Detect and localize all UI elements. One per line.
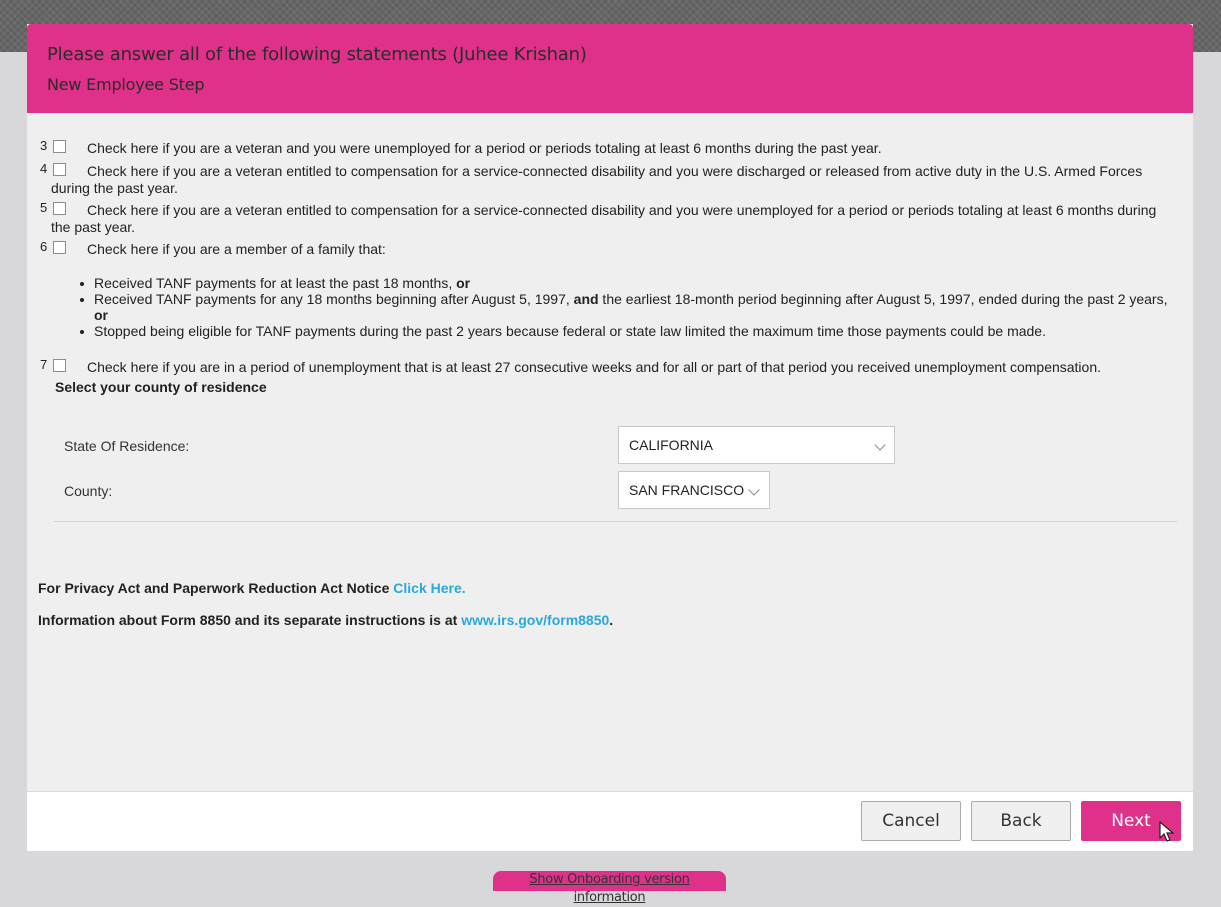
list-item: Received TANF payments for any 18 months… [80,291,1184,323]
county-label: County: [64,483,113,499]
statement-text: Check here if you are a veteran and you … [87,140,882,156]
privacy-notice: For Privacy Act and Paperwork Reduction … [38,580,466,596]
dialog-subtitle: New Employee Step [47,75,205,94]
statement-number: 4 [40,161,48,176]
statement-number: 7 [40,357,48,372]
statement-text: Check here if you are a member of a fami… [87,241,386,257]
statement-text: Check here if you are a veteran entitled… [51,202,1157,235]
dialog-footer: Cancel Back Next [27,791,1193,851]
list-item: Stopped being eligible for TANF payments… [80,323,1184,339]
privacy-link[interactable]: Click Here. [393,580,465,596]
state-select-value: CALIFORNIA [629,437,714,453]
statement-number: 6 [40,239,48,254]
statement-text: Check here if you are in a period of une… [87,359,1102,375]
back-button[interactable]: Back [971,801,1071,841]
state-label: State Of Residence: [64,438,190,454]
version-info-link[interactable]: Show Onboarding version information [493,871,726,905]
dialog-title: Please answer all of the following state… [47,44,587,65]
dialog-header: Please answer all of the following state… [27,24,1193,113]
statement-7-checkbox[interactable] [53,359,66,372]
list-item: Received TANF payments for at least the … [80,275,1184,291]
statement-number: 5 [40,200,48,215]
statement-4-checkbox[interactable] [53,163,66,176]
irs-form-link[interactable]: www.irs.gov/form8850 [461,612,609,628]
statement-number: 3 [40,138,48,153]
family-criteria-list: Received TANF payments for at least the … [80,275,1184,339]
divider [54,521,1177,522]
statement-6-checkbox[interactable] [53,241,66,254]
form-8850-notice: Information about Form 8850 and its sepa… [38,612,614,628]
county-select[interactable]: SAN FRANCISCO [618,471,770,509]
statement-5-checkbox[interactable] [53,202,66,215]
statement-4: 4 Check here if you are a veteran entitl… [40,161,1175,197]
state-select[interactable]: CALIFORNIA [618,426,895,464]
mouse-cursor-icon [1159,821,1175,842]
county-heading: Select your county of residence [55,379,267,395]
chevron-down-icon [874,439,886,451]
chevron-down-icon [748,484,760,496]
county-select-value: SAN FRANCISCO [629,482,745,498]
statement-3-checkbox[interactable] [53,140,66,153]
statements-dialog: Please answer all of the following state… [27,24,1193,851]
statement-text: Check here if you are a veteran entitled… [51,163,1143,196]
cancel-button[interactable]: Cancel [861,801,961,841]
statement-3: 3 Check here if you are a veteran and yo… [40,138,1175,157]
statement-7: 7 Check here if you are in a period of u… [40,357,1175,376]
statement-5: 5 Check here if you are a veteran entitl… [40,200,1175,236]
statement-6: 6 Check here if you are a member of a fa… [40,239,1175,258]
